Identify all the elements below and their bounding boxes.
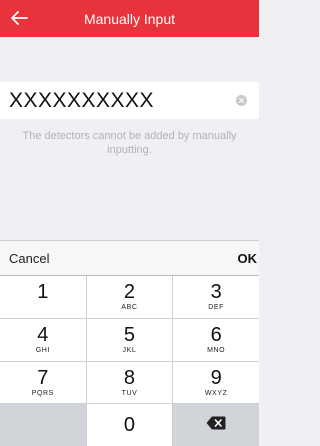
key-3[interactable]: 3 DEF xyxy=(173,276,259,318)
key-letters: GHI xyxy=(35,347,50,355)
key-9[interactable]: 9 WXYZ xyxy=(173,361,259,404)
key-0[interactable]: 0 xyxy=(86,404,173,446)
key-6[interactable]: 6 MNO xyxy=(173,318,259,361)
nav-header: Manually Input xyxy=(0,0,259,37)
key-5[interactable]: 5 JKL xyxy=(86,318,173,361)
backspace-icon xyxy=(206,416,226,434)
key-blank xyxy=(0,404,86,446)
key-letters: JKL xyxy=(122,347,137,355)
key-number: 0 xyxy=(123,414,136,437)
key-number: 5 xyxy=(123,324,136,347)
key-4[interactable]: 4 GHI xyxy=(0,318,86,361)
key-letters: WXYZ xyxy=(204,389,228,397)
key-number: 6 xyxy=(210,324,222,347)
numeric-keypad: 1 2 ABC 3 DEF 4 GHI 5 JKL 6 MNO 7 PQRS 8… xyxy=(0,275,259,446)
key-1[interactable]: 1 xyxy=(0,276,86,318)
key-letters: DEF xyxy=(208,304,225,312)
input-value[interactable]: XXXXXXXXXX xyxy=(9,89,154,113)
key-number: 3 xyxy=(210,281,222,304)
clear-icon[interactable] xyxy=(236,95,247,106)
device-serial-input[interactable]: XXXXXXXXXX xyxy=(0,82,259,119)
key-number: 8 xyxy=(123,366,136,389)
ok-button[interactable]: OK xyxy=(238,251,258,266)
key-8[interactable]: 8 TUV xyxy=(86,361,173,404)
cancel-button[interactable]: Cancel xyxy=(9,251,49,266)
keyboard-accessory-bar: Cancel OK xyxy=(0,240,259,275)
key-letters: PQRS xyxy=(31,389,54,397)
key-letters: TUV xyxy=(121,389,138,397)
key-7[interactable]: 7 PQRS xyxy=(0,361,86,404)
key-2[interactable]: 2 ABC xyxy=(86,276,173,318)
page-title: Manually Input xyxy=(83,10,176,27)
key-letters: ABC xyxy=(121,304,138,312)
key-number: 1 xyxy=(37,281,49,304)
key-number: 7 xyxy=(37,366,49,389)
key-number: 9 xyxy=(210,366,222,389)
key-delete[interactable] xyxy=(173,404,259,446)
hint-text: The detectors cannot be added by manuall… xyxy=(22,130,237,156)
arrow-left-icon[interactable] xyxy=(6,5,32,31)
key-letters: MNO xyxy=(207,347,226,355)
key-number: 4 xyxy=(37,324,49,347)
key-number: 2 xyxy=(123,281,136,304)
